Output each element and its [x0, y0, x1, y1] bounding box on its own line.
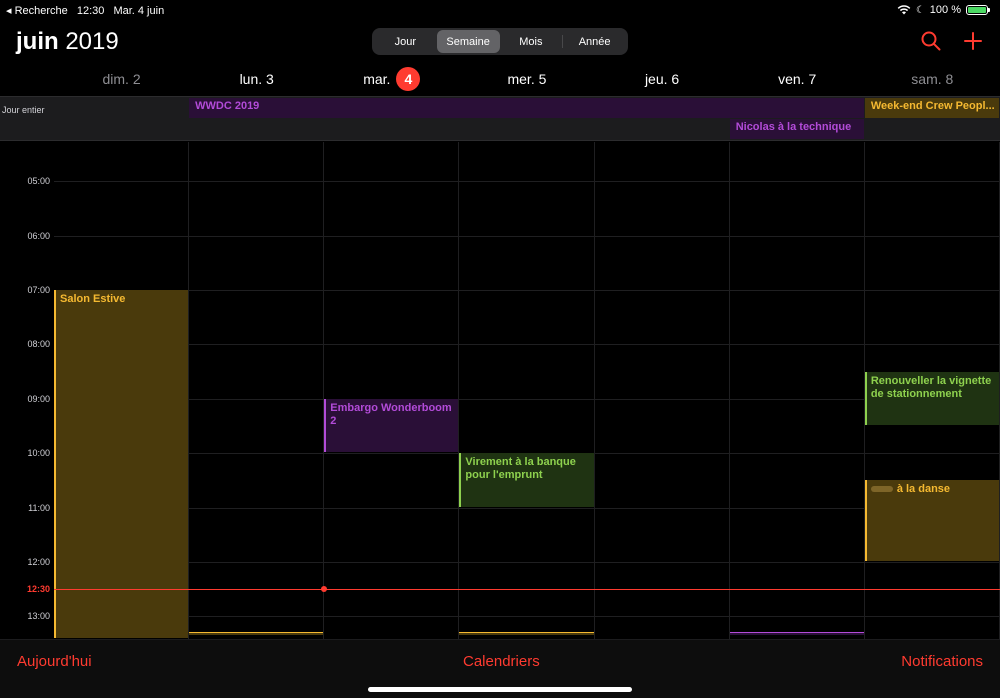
battery-percent: 100 % [929, 4, 961, 16]
day-header-fri[interactable]: ven. 7 [730, 66, 865, 94]
tab-jour[interactable]: Jour [374, 30, 437, 53]
hour-label: 06:00 [27, 230, 50, 241]
status-date: Mar. 4 juin [113, 5, 165, 17]
hour-label: 10:00 [27, 448, 50, 459]
day-column-divider [458, 142, 460, 639]
day-header-wed[interactable]: mer. 5 [459, 66, 594, 94]
calendar-event-peek[interactable] [189, 632, 324, 635]
day-header-sun[interactable]: dim. 2 [54, 66, 189, 94]
all-day-event[interactable]: Week-end Crew Peopl... [864, 98, 999, 118]
calendar-event[interactable]: à la danse [864, 480, 999, 561]
tab-annee[interactable]: Année [563, 30, 626, 53]
calendar-event-title: Salon Estive [60, 292, 126, 305]
hour-line [54, 561, 1000, 563]
current-time-label: 12:30 [26, 584, 50, 595]
search-icon[interactable] [920, 30, 942, 52]
today-badge: 4 [396, 67, 421, 91]
hour-label: 09:00 [27, 393, 50, 404]
calendar-event-title: Virement à la banque pour l'emprunt [465, 456, 576, 482]
day-header-mon[interactable]: lun. 3 [189, 66, 324, 94]
hour-line [54, 181, 1000, 183]
home-indicator[interactable] [368, 687, 632, 692]
today-button[interactable]: Aujourd'hui [17, 653, 92, 670]
hour-label: 11:00 [28, 502, 50, 513]
day-header-sat[interactable]: sam. 8 [865, 66, 1000, 94]
wifi-icon [897, 5, 911, 15]
calendars-button[interactable]: Calendriers [463, 653, 540, 670]
day-header-tue[interactable]: mar. 4 [324, 66, 459, 94]
title-month: juin [16, 28, 59, 55]
hour-line [54, 507, 1000, 509]
page-title[interactable]: juin 2019 [16, 28, 119, 56]
day-header-thu[interactable]: jeu. 6 [595, 66, 730, 94]
day-header-tue-label: mar. [363, 71, 391, 87]
notifications-button[interactable]: Notifications [901, 653, 983, 670]
calendar-event-peek[interactable] [729, 632, 864, 635]
tab-semaine[interactable]: Semaine [436, 30, 500, 53]
moon-icon: ☾ [915, 4, 925, 16]
status-bar: ◂ Recherche 12:30 Mar. 4 juin ☾ 100 % [0, 0, 1000, 22]
back-to-app-link[interactable]: ◂ Recherche [6, 5, 68, 17]
day-column-divider [323, 142, 325, 639]
hour-label: 07:00 [27, 284, 50, 295]
tab-mois[interactable]: Mois [500, 30, 563, 53]
all-day-section: Jour entier WWDC 2019 Week-end Crew Peopl… [0, 96, 1000, 141]
hour-line [54, 235, 1000, 237]
calendar-event-peek[interactable] [459, 632, 594, 635]
calendar-event[interactable]: Virement à la banque pour l'emprunt [459, 453, 594, 507]
hour-label: 08:00 [27, 339, 50, 350]
all-day-event[interactable]: Nicolas à la technique [729, 119, 864, 139]
calendar-event[interactable]: Salon Estive [54, 289, 189, 638]
day-column-divider [593, 142, 595, 639]
hour-label: 13:00 [27, 611, 50, 622]
view-switcher: Jour Semaine Mois Année [372, 28, 628, 55]
hour-label: 05:00 [27, 176, 50, 187]
current-time-line [54, 589, 1000, 591]
hour-line [54, 289, 1000, 291]
day-column-divider [188, 142, 190, 639]
plus-icon[interactable] [962, 30, 984, 52]
all-day-event[interactable]: WWDC 2019 [189, 98, 864, 118]
redacted-text [870, 486, 893, 493]
hour-label: 12:00 [27, 556, 50, 567]
day-column-divider [728, 142, 730, 639]
title-year: 2019 [65, 28, 119, 55]
week-day-headers: dim. 2 lun. 3 mar. 4 mer. 5 jeu. 6 ven. 7… [54, 66, 1000, 94]
calendar-event[interactable]: Embargo Wonderboom 2 [324, 398, 459, 453]
current-time-dot [321, 586, 328, 593]
all-day-label: Jour entier [2, 105, 45, 115]
calendar-event-title: Renouveller la vignette de stationnement [870, 374, 992, 400]
battery-icon [966, 5, 990, 15]
hour-line [54, 398, 1000, 400]
status-time: 12:30 [76, 5, 105, 17]
hour-line [54, 344, 1000, 346]
calendar-event[interactable]: Renouveller la vignette de stationnement [864, 371, 999, 425]
time-grid[interactable]: 05:00 06:00 07:00 08:00 09:00 10:00 11:00 12:00… [0, 142, 1000, 639]
calendar-event-title: à la danse [896, 483, 951, 496]
calendar-event-title: Embargo Wonderboom 2 [330, 401, 452, 427]
bottom-toolbar: Aujourd'hui Calendriers Notifications [0, 639, 1000, 698]
hour-line [54, 616, 1000, 618]
